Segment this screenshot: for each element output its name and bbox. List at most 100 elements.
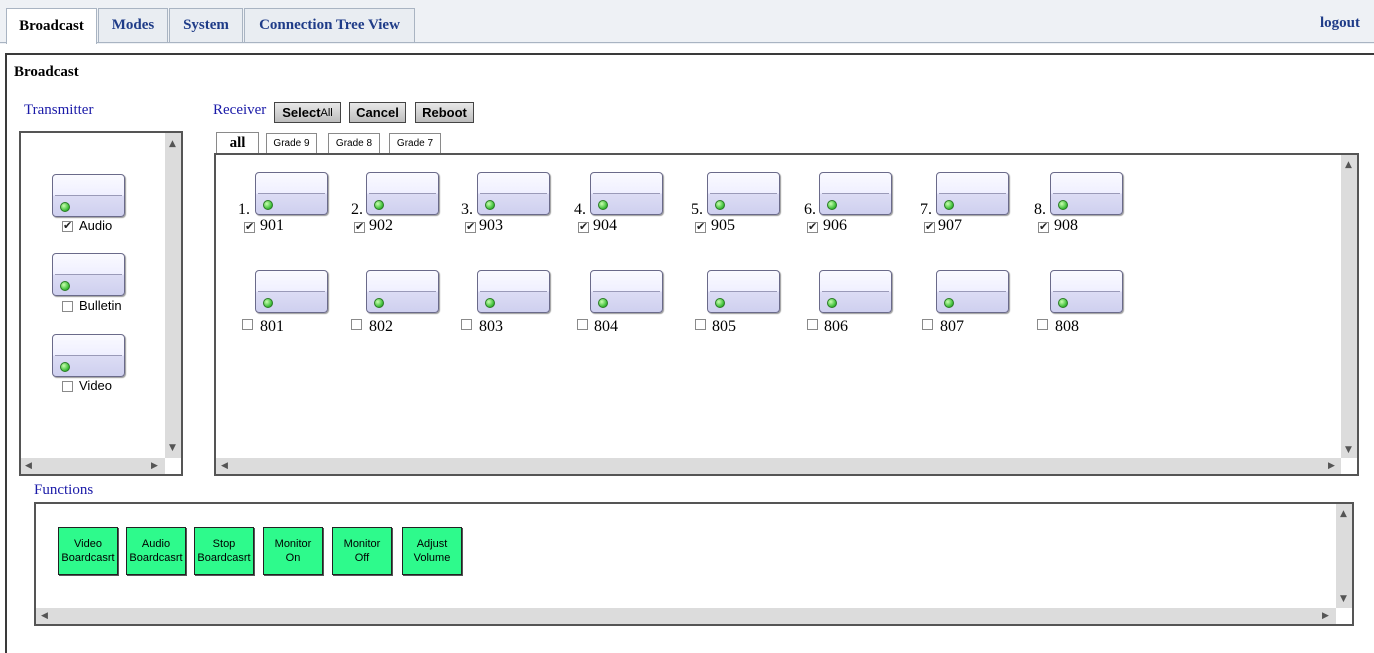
receiver-checkbox-808[interactable]: [1037, 319, 1048, 330]
receiver-device-802[interactable]: [366, 270, 439, 313]
receiver-name: 806: [824, 318, 848, 335]
logout-link[interactable]: logout: [1320, 15, 1360, 32]
receiver-index: 5.: [691, 201, 703, 218]
button-line-1: Audio: [141, 538, 171, 550]
receiver-vertical-scrollbar[interactable]: ▲ ▼: [1341, 155, 1357, 458]
receiver-device-903[interactable]: [477, 172, 550, 215]
transmitter-device-video[interactable]: [52, 334, 125, 377]
tab-broadcast[interactable]: Broadcast: [6, 8, 97, 44]
receiver-device-906[interactable]: [819, 172, 892, 215]
status-led-icon: [827, 200, 837, 210]
adjust-volume-button[interactable]: Adjust Volume: [402, 527, 462, 575]
scroll-up-icon[interactable]: ▲: [169, 139, 176, 149]
scroll-right-icon[interactable]: ▶: [1322, 611, 1329, 621]
scroll-up-icon[interactable]: ▲: [1340, 509, 1347, 519]
status-led-icon: [263, 298, 273, 308]
transmitter-device-audio[interactable]: [52, 174, 125, 217]
select-all-label: Select: [282, 105, 321, 120]
device-divider: [258, 193, 325, 194]
receiver-device-805[interactable]: [707, 270, 780, 313]
receiver-index: 4.: [574, 201, 586, 218]
audio-checkbox[interactable]: [62, 219, 73, 232]
tab-grade-9[interactable]: Grade 9: [266, 133, 317, 153]
receiver-checkbox-801[interactable]: [242, 319, 253, 330]
receiver-checkbox-901[interactable]: [244, 220, 255, 233]
receiver-device-808[interactable]: [1050, 270, 1123, 313]
bulletin-checkbox[interactable]: [62, 301, 73, 312]
receiver-device-807[interactable]: [936, 270, 1009, 313]
functions-horizontal-scrollbar[interactable]: ◀ ▶: [36, 608, 1336, 624]
scroll-down-icon[interactable]: ▼: [1345, 445, 1352, 455]
scroll-left-icon[interactable]: ◀: [221, 461, 228, 471]
receiver-checkbox-802[interactable]: [351, 319, 362, 330]
receiver-device-804[interactable]: [590, 270, 663, 313]
functions-label: Functions: [34, 482, 94, 498]
select-all-button[interactable]: Select All: [274, 102, 341, 123]
receiver-horizontal-scrollbar[interactable]: ◀ ▶: [216, 458, 1341, 474]
monitor-off-button[interactable]: Monitor Off: [332, 527, 392, 575]
tab-grade-8[interactable]: Grade 8: [328, 133, 380, 153]
device-divider: [480, 193, 547, 194]
tab-modes[interactable]: Modes: [98, 8, 168, 42]
video-checkbox[interactable]: [62, 381, 73, 392]
receiver-device-803[interactable]: [477, 270, 550, 313]
scroll-up-icon[interactable]: ▲: [1345, 160, 1352, 170]
receiver-checkbox-906[interactable]: [807, 220, 818, 233]
receiver-checkbox-805[interactable]: [695, 319, 706, 330]
device-divider: [55, 274, 122, 275]
receiver-checkbox-907[interactable]: [924, 220, 935, 233]
scroll-down-icon[interactable]: ▼: [169, 443, 176, 453]
device-divider: [369, 291, 436, 292]
receiver-checkbox-908[interactable]: [1038, 220, 1049, 233]
device-divider: [822, 193, 889, 194]
scroll-left-icon[interactable]: ◀: [25, 461, 32, 471]
receiver-checkbox-902[interactable]: [354, 220, 365, 233]
reboot-button[interactable]: Reboot: [415, 102, 474, 123]
receiver-device-902[interactable]: [366, 172, 439, 215]
receiver-device-904[interactable]: [590, 172, 663, 215]
device-divider: [710, 193, 777, 194]
receiver-checkbox-804[interactable]: [577, 319, 588, 330]
cancel-button[interactable]: Cancel: [349, 102, 406, 123]
tab-connection-tree-view[interactable]: Connection Tree View: [244, 8, 415, 42]
transmitter-device-bulletin[interactable]: [52, 253, 125, 296]
tab-all[interactable]: all: [216, 132, 259, 154]
scroll-right-icon[interactable]: ▶: [1328, 461, 1335, 471]
receiver-checkbox-905[interactable]: [695, 220, 706, 233]
status-led-icon: [715, 200, 725, 210]
status-led-icon: [374, 200, 384, 210]
receiver-device-907[interactable]: [936, 172, 1009, 215]
video-broadcast-button[interactable]: Video Boardcasrt: [58, 527, 118, 575]
receiver-checkbox-904[interactable]: [578, 220, 589, 233]
monitor-on-button[interactable]: Monitor On: [263, 527, 323, 575]
receiver-device-901[interactable]: [255, 172, 328, 215]
transmitter-horizontal-scrollbar[interactable]: ◀ ▶: [21, 458, 165, 474]
scroll-left-icon[interactable]: ◀: [41, 611, 48, 621]
tab-system[interactable]: System: [169, 8, 243, 42]
receiver-name: 805: [712, 318, 736, 335]
receiver-checkbox-903[interactable]: [465, 220, 476, 233]
select-all-label-small: All: [320, 106, 333, 119]
status-led-icon: [263, 200, 273, 210]
receiver-name: 907: [938, 217, 962, 234]
tab-grade-7[interactable]: Grade 7: [389, 133, 441, 153]
status-led-icon: [60, 362, 70, 372]
receiver-checkbox-806[interactable]: [807, 319, 818, 330]
device-divider: [939, 193, 1006, 194]
stop-broadcast-button[interactable]: Stop Boardcasrt: [194, 527, 254, 575]
receiver-device-801[interactable]: [255, 270, 328, 313]
scroll-right-icon[interactable]: ▶: [151, 461, 158, 471]
receiver-checkbox-807[interactable]: [922, 319, 933, 330]
receiver-device-806[interactable]: [819, 270, 892, 313]
transmitter-vertical-scrollbar[interactable]: ▲ ▼: [165, 133, 181, 458]
button-line-2: Volume: [413, 552, 451, 564]
functions-vertical-scrollbar[interactable]: ▲ ▼: [1336, 504, 1352, 608]
audio-broadcast-button[interactable]: Audio Boardcasrt: [126, 527, 186, 575]
button-line-2: On: [285, 552, 301, 564]
device-divider: [1053, 291, 1120, 292]
scroll-down-icon[interactable]: ▼: [1340, 594, 1347, 604]
receiver-device-905[interactable]: [707, 172, 780, 215]
receiver-device-908[interactable]: [1050, 172, 1123, 215]
receiver-checkbox-803[interactable]: [461, 319, 472, 330]
receiver-name: 905: [711, 217, 735, 234]
